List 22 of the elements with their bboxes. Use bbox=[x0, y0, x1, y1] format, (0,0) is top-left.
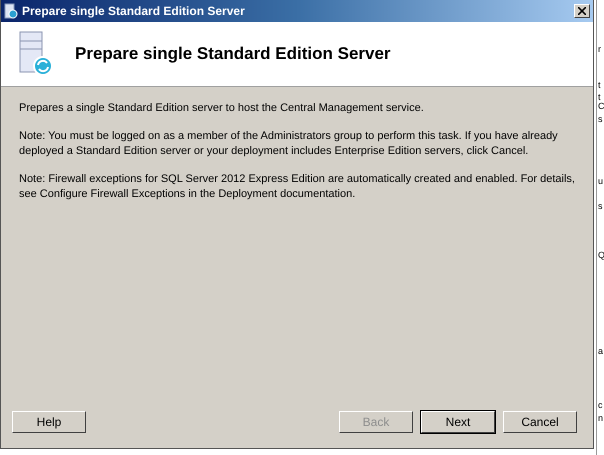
background-text: s bbox=[598, 114, 602, 124]
cancel-button[interactable]: Cancel bbox=[503, 411, 577, 433]
background-text: s bbox=[598, 201, 602, 211]
background-text: t bbox=[598, 80, 601, 90]
help-button[interactable]: Help bbox=[12, 411, 86, 433]
background-text: a bbox=[598, 346, 604, 356]
background-text: t bbox=[598, 92, 601, 102]
description-text: Note: Firewall exceptions for SQL Server 2012 Express Edition are automatically created and enabled. For details, see Configure Firewall Exceptions in the Deployment documentation. bbox=[19, 172, 575, 202]
close-button[interactable] bbox=[574, 4, 590, 18]
window-title: Prepare single Standard Edition Server bbox=[22, 4, 246, 18]
background-text: r bbox=[598, 44, 601, 54]
close-icon bbox=[578, 7, 586, 15]
server-sync-icon bbox=[19, 31, 53, 77]
background-text: c bbox=[598, 400, 602, 410]
description-text: Note: You must be logged on as a member of the Administrators group to perform this task. If you have already deployed a Standard Edition server or your deployment includes Enterprise Edition servers, click Cancel. bbox=[19, 129, 559, 159]
background-text: u bbox=[598, 176, 604, 186]
server-icon bbox=[4, 3, 18, 19]
page-heading: Prepare single Standard Edition Server bbox=[75, 44, 391, 64]
background-text: C bbox=[598, 101, 604, 111]
description-text: Prepares a single Standard Edition server to host the Central Management service. bbox=[19, 101, 425, 116]
next-button[interactable]: Next bbox=[421, 411, 495, 433]
background-text: n bbox=[598, 413, 604, 423]
